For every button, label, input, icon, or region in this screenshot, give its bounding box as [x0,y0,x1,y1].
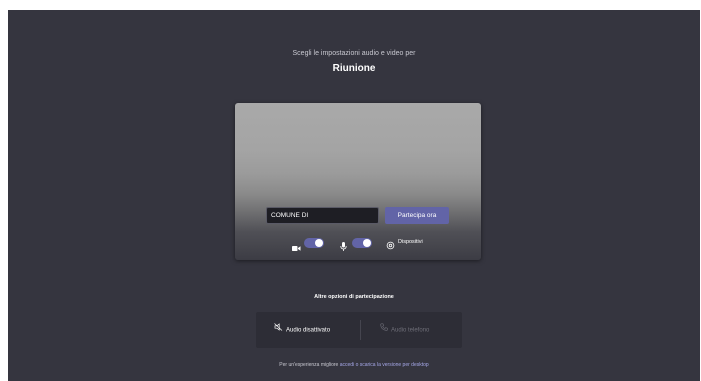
camera-icon [292,239,301,257]
microphone-icon [340,238,347,256]
footer-message: Per un'esperienza migliore accedi o scar… [8,362,700,368]
camera-toggle-knob [315,239,323,247]
prejoin-screen: Scegli le impostazioni audio e video per… [8,10,700,381]
join-options-panel: Audio disattivato Audio telefono [256,312,462,348]
options-divider [360,320,361,340]
microphone-toggle[interactable] [352,238,372,248]
media-controls: Dispositivi [235,236,481,251]
other-join-options-heading: Altre opzioni di partecipazione [314,294,394,300]
footer-conjunction: o [355,362,359,368]
speaker-off-icon [274,312,283,348]
devices-button[interactable]: Dispositivi [398,239,423,245]
phone-icon [380,312,388,348]
phone-audio-option[interactable]: Audio telefono [380,312,429,348]
camera-toggle[interactable] [304,238,324,248]
microphone-toggle-knob [363,239,371,247]
phone-audio-label: Audio telefono [391,327,430,334]
prejoin-subtitle: Scegli le impostazioni audio e video per [292,50,416,57]
footer-prefix: Per un'esperienza migliore [279,362,339,368]
join-now-button[interactable]: Partecipa ora [385,207,449,224]
meeting-title: Riunione [332,63,376,74]
download-desktop-link[interactable]: scarica la versione per desktop [360,362,429,368]
gear-icon[interactable] [386,237,395,255]
audio-off-label: Audio disattivato [286,327,331,334]
video-preview: COMUNE DI Partecipa ora Dispositivi [235,103,481,260]
sign-in-link[interactable]: accedi [340,362,354,368]
name-input[interactable]: COMUNE DI [266,207,379,224]
audio-off-option[interactable]: Audio disattivato [274,312,330,348]
